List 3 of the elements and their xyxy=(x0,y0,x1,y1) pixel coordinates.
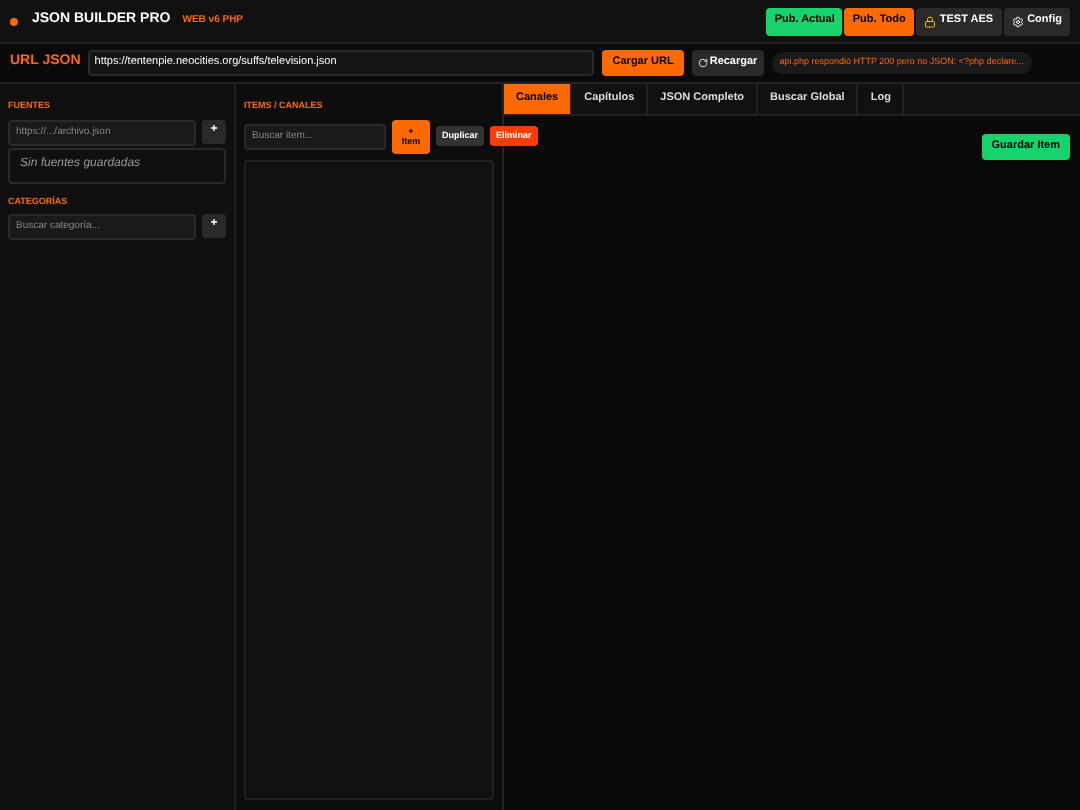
reload-icon xyxy=(697,58,708,68)
settings-icon xyxy=(1011,15,1024,27)
lock-icon xyxy=(923,15,936,27)
